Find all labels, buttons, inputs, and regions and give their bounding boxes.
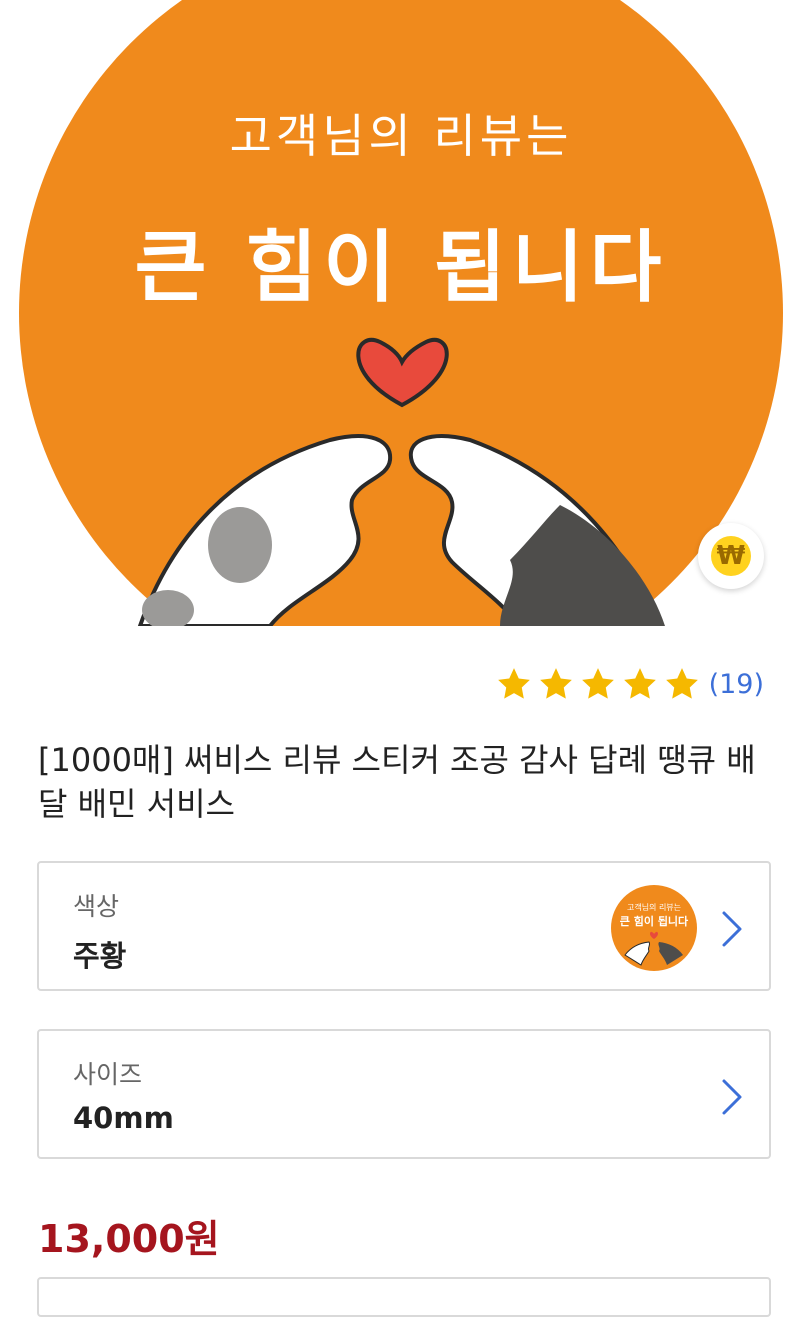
- won-icon: ₩: [711, 536, 751, 576]
- chevron-right-icon: [722, 1079, 742, 1115]
- size-option-selector[interactable]: 사이즈 40mm: [37, 1029, 771, 1159]
- star-icon: [539, 668, 572, 699]
- product-price: 13,000원: [38, 1217, 220, 1261]
- thumb-text-line1: 고객님의 리뷰는: [627, 902, 681, 912]
- sticker-text-line2: 큰 힘이 됩니다: [134, 223, 668, 313]
- size-option-label: 사이즈: [73, 1060, 143, 1089]
- product-image[interactable]: 고객님의 리뷰는 큰 힘이 됩니다 ₩: [0, 0, 802, 626]
- size-option-value: 40mm: [73, 1101, 174, 1135]
- star-icon: [581, 668, 614, 699]
- won-badge-button[interactable]: ₩: [698, 523, 764, 589]
- product-title: [1000매] 써비스 리뷰 스티커 조공 감사 답례 땡큐 배달 배민 서비스: [38, 741, 756, 823]
- rating-summary[interactable]: (19): [495, 664, 764, 704]
- next-option-box[interactable]: [37, 1277, 771, 1317]
- color-option-value: 주황: [73, 939, 127, 973]
- color-option-label: 색상: [73, 892, 120, 921]
- chevron-right-icon: [722, 911, 742, 947]
- rating-stars: [495, 665, 705, 703]
- star-icon: [665, 668, 698, 699]
- sticker-text-line1: 고객님의 리뷰는: [229, 109, 573, 163]
- color-thumbnail: 고객님의 리뷰는 큰 힘이 됩니다: [611, 885, 697, 971]
- star-icon: [497, 668, 530, 699]
- star-icon: [623, 668, 656, 699]
- review-count[interactable]: (19): [709, 669, 764, 700]
- thumb-text-line2: 큰 힘이 됩니다: [620, 914, 689, 928]
- color-option-selector[interactable]: 색상 주황 고객님의 리뷰는 큰 힘이 됩니다: [37, 861, 771, 991]
